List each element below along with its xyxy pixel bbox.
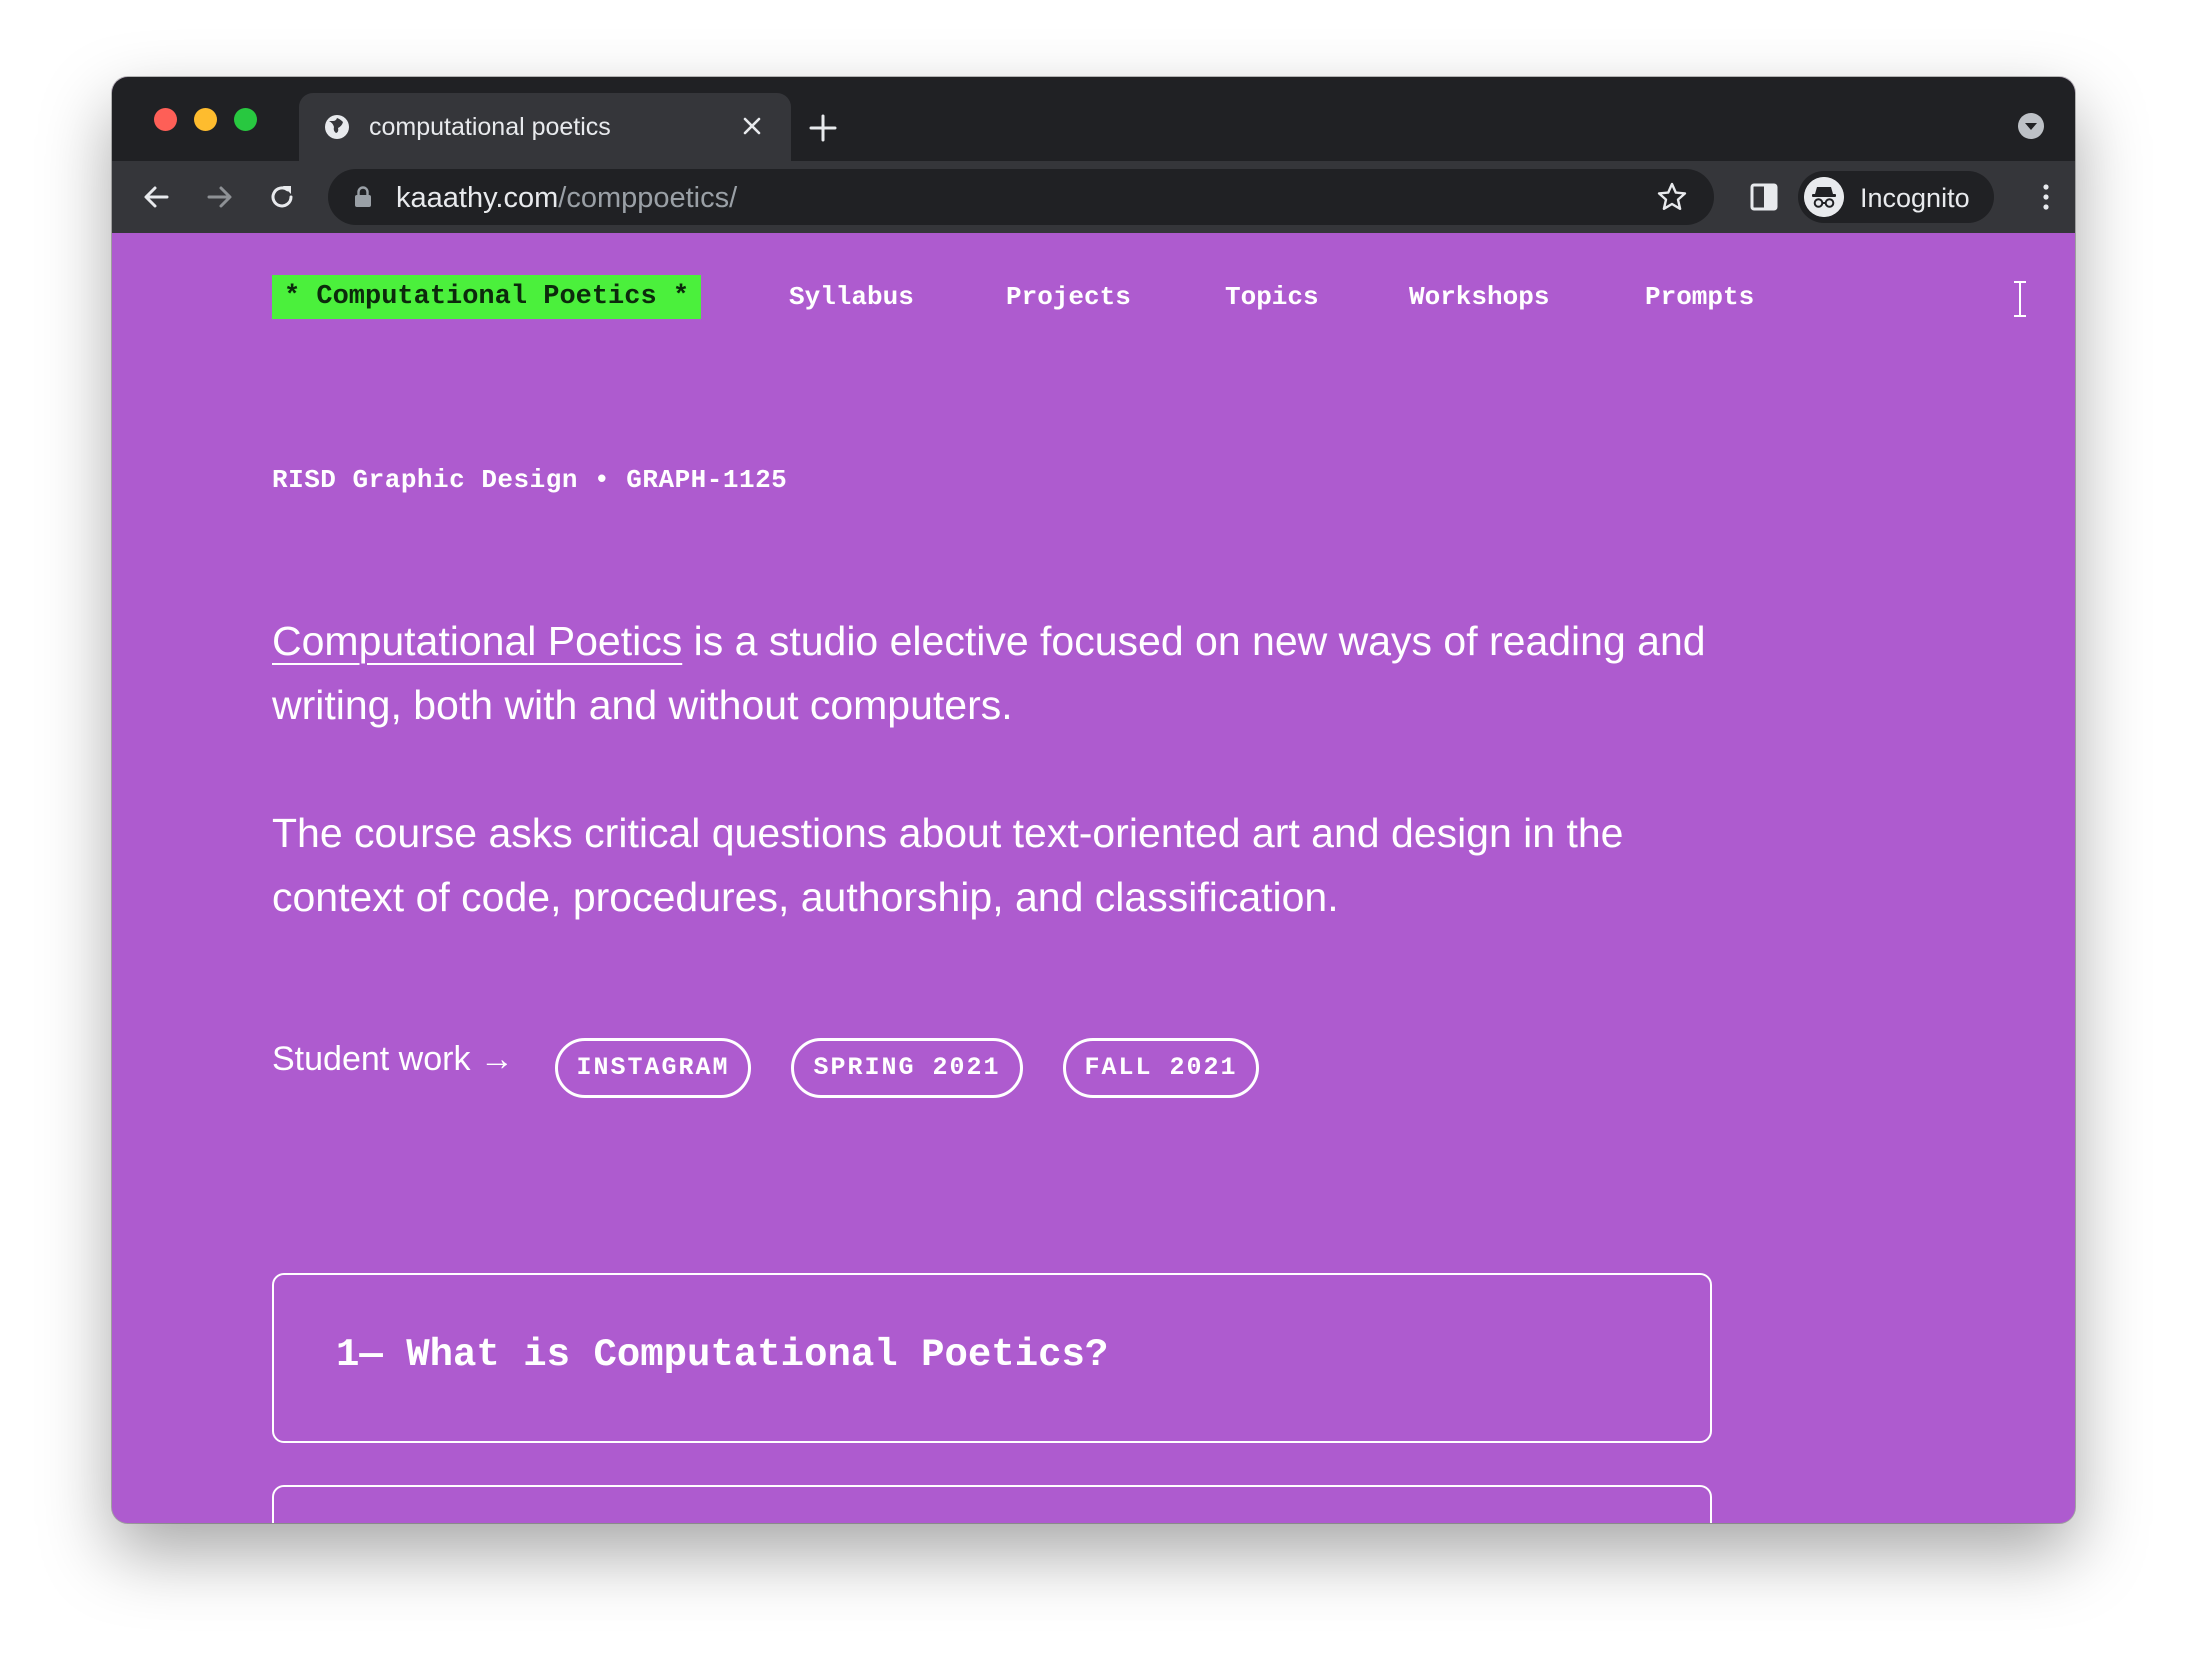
student-work-label: Student work →	[272, 1040, 514, 1078]
close-tab-icon[interactable]	[739, 113, 765, 139]
more-menu-icon[interactable]	[2030, 181, 2062, 213]
url-text[interactable]: kaaathy.com/comppoetics/	[396, 182, 737, 215]
url-path: /comppoetics/	[558, 182, 738, 214]
tag-spring-2021-button[interactable]: SPRING 2021	[791, 1038, 1023, 1098]
close-window-button[interactable]	[154, 108, 177, 131]
nav-topics[interactable]: Topics	[1225, 275, 1319, 319]
tab-title: computational poetics	[369, 113, 611, 141]
tag-fall-2021-button[interactable]: FALL 2021	[1063, 1038, 1259, 1098]
tag-instagram-button[interactable]: INSTAGRAM	[555, 1038, 751, 1098]
new-tab-icon[interactable]	[806, 111, 840, 145]
maximize-window-button[interactable]	[234, 108, 257, 131]
tab-strip: computational poetics	[112, 77, 2075, 161]
intro-link[interactable]: Computational Poetics	[272, 618, 682, 664]
lock-icon[interactable]	[354, 186, 372, 208]
section-title: 1— What is Computational Poetics?	[336, 1333, 1109, 1377]
section-card-next[interactable]	[272, 1485, 1712, 1523]
page-content: * Computational Poetics * Syllabus Proje…	[112, 233, 2075, 1523]
incognito-profile-button[interactable]: Incognito	[1798, 171, 1994, 223]
course-identifier: RISD Graphic Design • GRAPH-1125	[272, 465, 788, 495]
tab-search-icon[interactable]	[2016, 111, 2046, 141]
browser-toolbar: kaaathy.com/comppoetics/ Incognito	[112, 161, 2075, 233]
incognito-label: Incognito	[1860, 183, 1970, 213]
nav-projects[interactable]: Projects	[1006, 275, 1131, 319]
section-card[interactable]: 1— What is Computational Poetics?	[272, 1273, 1712, 1443]
text-cursor-icon	[2014, 281, 2026, 317]
site-brand-link[interactable]: * Computational Poetics *	[272, 275, 702, 319]
minimize-window-button[interactable]	[194, 108, 217, 131]
globe-icon	[325, 115, 349, 139]
description-paragraph: The course asks critical questions about…	[272, 810, 1624, 920]
side-panel-icon[interactable]	[1748, 181, 1780, 213]
intro-paragraph: Computational Poetics is a studio electi…	[272, 609, 1712, 737]
tab-active[interactable]: computational poetics	[299, 93, 791, 161]
url-host: kaaathy.com	[396, 182, 559, 214]
back-icon[interactable]	[140, 181, 172, 213]
reload-icon[interactable]	[266, 181, 298, 213]
forward-icon[interactable]	[204, 181, 236, 213]
browser-window: computational poetics kaaathy.com/comppo…	[112, 77, 2075, 1523]
bookmark-star-icon[interactable]	[1656, 181, 1688, 213]
nav-syllabus[interactable]: Syllabus	[789, 275, 914, 319]
nav-prompts[interactable]: Prompts	[1645, 275, 1754, 319]
address-bar[interactable]: kaaathy.com/comppoetics/	[328, 169, 1714, 225]
incognito-icon	[1804, 177, 1844, 217]
nav-workshops[interactable]: Workshops	[1409, 275, 1549, 319]
